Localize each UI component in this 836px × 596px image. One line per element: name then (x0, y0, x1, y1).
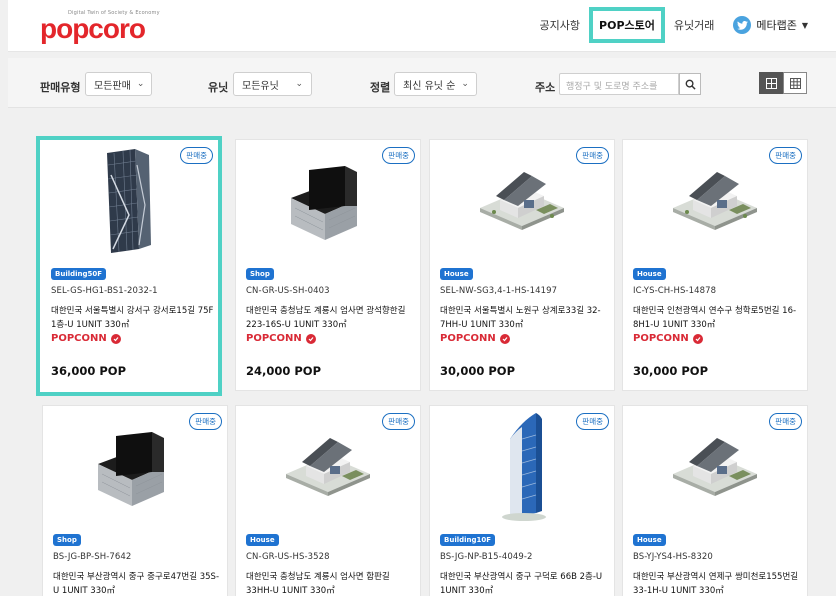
verified-check-icon (305, 333, 316, 344)
on-sale-badge: 판매중 (180, 147, 213, 164)
unit-address: 대한민국 충청남도 계룡시 엄사면 함판길 33HH-U 1UNIT 330㎡ (246, 572, 390, 596)
unit-address: 대한민국 인천광역시 연수구 청학로5번길 16-8H1-U 1UNIT 330… (633, 306, 797, 330)
address-label: 주소 (535, 81, 556, 94)
address-search-input[interactable]: 행정구 및 도로명 주소를 (559, 73, 679, 95)
user-name: 메타랩존 (756, 19, 797, 32)
twitter-bird-icon (733, 16, 752, 34)
verified-check-icon (499, 333, 510, 344)
unit-card[interactable]: 판매중 House SEL-NW-SG3,4-1-HS-14197 대한민국 서… (429, 139, 615, 391)
search-icon (685, 79, 696, 90)
sale-type-label: 판매유형 (40, 81, 81, 94)
unit-address: 대한민국 충청남도 계룡시 엄사면 광석향한길 223-16S-U 1UNIT … (246, 306, 406, 330)
brand-label: POPCONN (246, 333, 316, 344)
top-header: Digital Twin of Society & Economy popcor… (8, 0, 836, 52)
unit-type-tag: House (440, 268, 473, 280)
sale-type-select[interactable]: 모든판매 ⌄ (85, 72, 152, 96)
nav-item-notice[interactable]: 공지사항 (531, 17, 589, 33)
sort-value: 최신 유닛 순 (403, 80, 456, 92)
on-sale-badge: 판매중 (576, 413, 609, 430)
nav-item-pop-store[interactable]: POP스토어 (589, 7, 665, 43)
unit-address: 대한민국 서울특별시 강서구 강서로15길 75F 1층-U 1UNIT 330… (51, 306, 214, 330)
search-button[interactable] (679, 73, 701, 95)
user-menu[interactable]: 메타랩존 ▼ (723, 16, 808, 34)
sort-select[interactable]: 최신 유닛 순 ⌄ (394, 72, 477, 96)
unit-code: SEL-NW-SG3,4-1-HS-14197 (440, 286, 558, 296)
unit-price: 24,000 POP (246, 364, 322, 378)
unit-address: 대한민국 서울특별시 노원구 상계로33길 32-7HH-U 1UNIT 330… (440, 306, 601, 330)
unit-card[interactable]: 판매중 Shop BS-JG-BP-SH-7642 대한민국 부산광역시 중구 … (42, 405, 228, 596)
popcorn-logo[interactable]: Digital Twin of Society & Economy popcor… (40, 10, 160, 44)
unit-type-tag: Shop (53, 534, 81, 546)
logo-text: popcoro (40, 13, 146, 44)
main-nav: 공지사항 POP스토어 유닛거래 메타랩존 ▼ (531, 7, 808, 43)
unit-label: 유닛 (208, 81, 229, 94)
unit-code: IC-YS-CH-HS-14878 (633, 286, 717, 296)
chevron-down-icon: ⌄ (295, 79, 303, 89)
small-grid-view-button[interactable] (783, 72, 807, 94)
unit-code: BS-JG-NP-B15-4049-2 (440, 552, 533, 562)
sort-label: 정렬 (370, 81, 391, 94)
nav-item-unit-trade[interactable]: 유닛거래 (665, 17, 723, 33)
sale-type-value: 모든판매 (94, 80, 131, 92)
unit-type-tag: Building50F (51, 268, 107, 280)
filter-bar: 판매유형 모든판매 ⌄ 유닛 모든유닛 ⌄ 정렬 최신 유닛 순 ⌄ 주소 행정… (8, 58, 836, 108)
on-sale-badge: 판매중 (769, 147, 802, 164)
unit-card[interactable]: 판매중 House CN-GR-US-HS-3528 대한민국 충청남도 계룡시… (235, 405, 421, 596)
unit-card[interactable]: 판매중 House IC-YS-CH-HS-14878 대한민국 인천광역시 연… (622, 139, 808, 391)
large-grid-view-button[interactable] (759, 72, 783, 94)
verified-check-icon (692, 333, 703, 344)
large-grid-icon (765, 77, 777, 89)
brand-label: POPCONN (440, 333, 510, 344)
unit-select[interactable]: 모든유닛 ⌄ (233, 72, 312, 96)
unit-address: 대한민국 부산광역시 중구 중구로47번길 35S-U 1UNIT 330㎡ (53, 572, 220, 596)
unit-value: 모든유닛 (242, 80, 279, 92)
unit-card[interactable]: 판매중 House BS-YJ-YS4-HS-8320 대한민국 부산광역시 연… (622, 405, 808, 596)
verified-check-icon (110, 333, 121, 344)
unit-card[interactable]: 판매중 Building50F SEL-GS-HG1-BS1-2032-1 대한… (36, 136, 222, 396)
unit-code: BS-YJ-YS4-HS-8320 (633, 552, 713, 562)
on-sale-badge: 판매중 (576, 147, 609, 164)
on-sale-badge: 판매중 (382, 147, 415, 164)
unit-code: BS-JG-BP-SH-7642 (53, 552, 132, 562)
unit-address: 대한민국 부산광역시 중구 구덕로 66B 2층-U 1UNIT 330㎡ (440, 572, 603, 596)
unit-code: CN-GR-US-HS-3528 (246, 552, 330, 562)
chevron-down-icon: ⌄ (136, 79, 145, 89)
unit-card[interactable]: 판매중 Shop CN-GR-US-SH-0403 대한민국 충청남도 계룡시 … (235, 139, 421, 391)
unit-code: SEL-GS-HG1-BS1-2032-1 (51, 286, 158, 296)
unit-price: 30,000 POP (440, 364, 516, 378)
caret-down-icon: ▼ (801, 20, 808, 30)
unit-type-tag: House (246, 534, 279, 546)
unit-type-tag: Shop (246, 268, 274, 280)
on-sale-badge: 판매중 (769, 413, 802, 430)
unit-type-tag: House (633, 268, 666, 280)
unit-type-tag: House (633, 534, 666, 546)
unit-type-tag: Building10F (440, 534, 496, 546)
brand-label: POPCONN (51, 333, 121, 344)
on-sale-badge: 판매중 (189, 413, 222, 430)
unit-price: 30,000 POP (633, 364, 709, 378)
small-grid-icon (789, 77, 801, 89)
unit-card[interactable]: 판매중 Building10F BS-JG-NP-B15-4049-2 대한민국… (429, 405, 615, 596)
chevron-down-icon: ⌄ (461, 79, 469, 89)
unit-code: CN-GR-US-SH-0403 (246, 286, 330, 296)
view-toggle (759, 72, 807, 94)
on-sale-badge: 판매중 (382, 413, 415, 430)
unit-price: 36,000 POP (51, 364, 127, 378)
unit-address: 대한민국 부산광역시 연제구 쌍미천로155번길 33-1H-U 1UNIT 3… (633, 572, 799, 596)
brand-label: POPCONN (633, 333, 703, 344)
